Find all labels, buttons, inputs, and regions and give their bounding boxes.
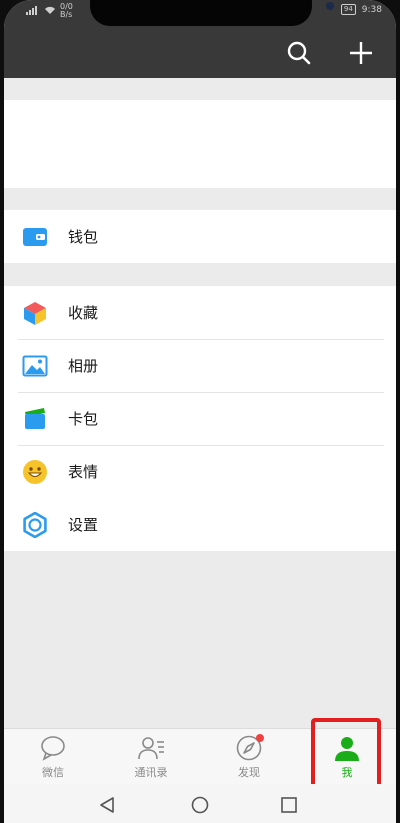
- camera-icon: [326, 2, 334, 10]
- smiley-icon: [22, 459, 48, 485]
- tab-label-discover: 发现: [238, 766, 260, 779]
- card-pack-icon: [22, 406, 48, 432]
- clock: 9:38: [361, 4, 382, 15]
- discover-badge-dot: [256, 734, 264, 742]
- compass-icon: [235, 734, 264, 762]
- menu-label-stickers: 表情: [68, 463, 99, 481]
- signal-icon: [26, 5, 40, 17]
- search-icon[interactable]: [284, 38, 314, 68]
- menu-item-stickers[interactable]: 表情: [4, 445, 396, 498]
- me-page-content: 钱包 收藏 相册 卡包 表情 设置: [4, 78, 396, 728]
- status-left: 0/0 B/s: [26, 3, 73, 19]
- tab-label-chats: 微信: [42, 766, 64, 779]
- bottom-tab-bar: 微信 通讯录 发现 我: [4, 728, 396, 785]
- home-circle-icon[interactable]: [191, 796, 209, 814]
- menu-label-album: 相册: [68, 357, 99, 375]
- menu-item-album[interactable]: 相册: [4, 339, 396, 392]
- menu-label-wallet: 钱包: [68, 228, 99, 246]
- menu-item-favorites[interactable]: 收藏: [4, 286, 396, 339]
- net-speed-unit: B/s: [60, 10, 73, 19]
- menu-label-settings: 设置: [68, 516, 99, 534]
- cube-icon: [22, 300, 48, 326]
- tab-contacts[interactable]: 通讯录: [102, 729, 200, 785]
- status-right: 94 9:38: [340, 4, 382, 15]
- back-triangle-icon[interactable]: [98, 796, 116, 814]
- battery-indicator: 94: [340, 4, 356, 15]
- wallet-group: 钱包: [4, 210, 396, 263]
- person-icon: [333, 734, 361, 762]
- tab-label-me: 我: [341, 766, 353, 779]
- chat-bubble-icon: [39, 734, 67, 762]
- wallet-icon: [22, 224, 48, 250]
- notch: [90, 0, 334, 26]
- tab-me[interactable]: 我: [298, 729, 396, 785]
- collections-group: 收藏 相册 卡包 表情: [4, 286, 396, 498]
- menu-label-favorites: 收藏: [68, 304, 99, 322]
- tab-discover[interactable]: 发现: [200, 729, 298, 785]
- gear-icon: [22, 511, 48, 538]
- settings-group: 设置: [4, 498, 396, 551]
- top-header: [4, 30, 396, 78]
- menu-item-settings[interactable]: 设置: [4, 498, 396, 551]
- status-bar: 0/0 B/s 94 9:38: [4, 0, 396, 30]
- profile-card[interactable]: [4, 100, 396, 188]
- net-speed: 0/0 B/s: [60, 3, 73, 19]
- wifi-icon: [44, 6, 56, 17]
- tab-label-contacts: 通讯录: [134, 766, 168, 779]
- image-icon: [22, 353, 48, 379]
- tab-chats[interactable]: 微信: [4, 729, 102, 785]
- menu-label-cards: 卡包: [68, 410, 99, 428]
- menu-item-wallet[interactable]: 钱包: [4, 210, 396, 263]
- menu-item-cards[interactable]: 卡包: [4, 392, 396, 445]
- add-icon[interactable]: [346, 38, 376, 68]
- system-nav-bar: [4, 784, 396, 823]
- contacts-icon: [137, 734, 165, 762]
- recent-square-icon[interactable]: [280, 796, 298, 814]
- phone-screen: 0/0 B/s 94 9:38 钱包 收藏 相册 卡包 表情 设置 微信 通讯录…: [4, 0, 396, 823]
